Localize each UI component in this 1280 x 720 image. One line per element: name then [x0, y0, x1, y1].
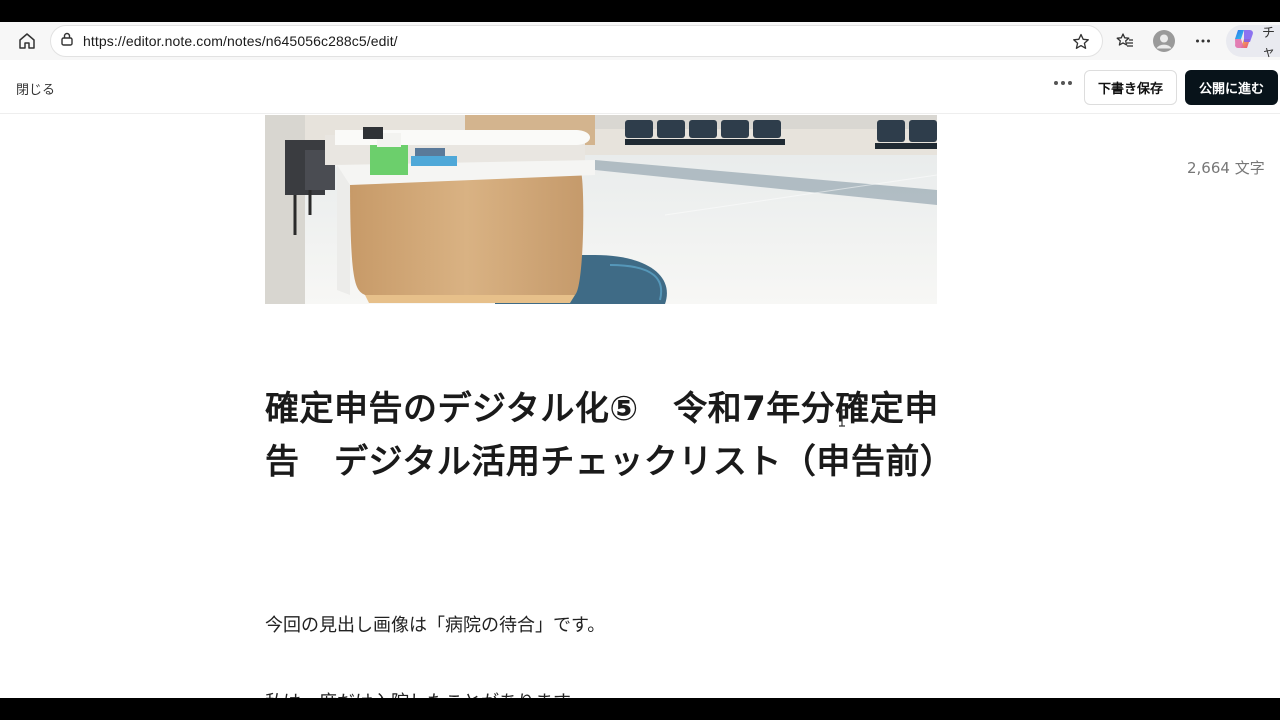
close-button[interactable]: 閉じる: [16, 79, 55, 98]
save-draft-button[interactable]: 下書き保存: [1084, 70, 1177, 105]
copilot-button[interactable]: チャ: [1226, 25, 1280, 60]
text-cursor-icon: [838, 409, 846, 431]
star-icon[interactable]: [1066, 27, 1096, 57]
copilot-icon: [1232, 27, 1256, 55]
publish-button[interactable]: 公開に進む: [1185, 70, 1278, 105]
top-letterbox: [0, 0, 1280, 22]
address-bar[interactable]: https://editor.note.com/notes/n645056c28…: [50, 25, 1103, 57]
more-options-icon[interactable]: [1050, 73, 1076, 93]
bottom-letterbox: [0, 698, 1280, 720]
browser-toolbar: https://editor.note.com/notes/n645056c28…: [0, 22, 1280, 60]
profile-icon[interactable]: [1149, 26, 1179, 56]
favorites-icon[interactable]: [1110, 26, 1140, 56]
article-title[interactable]: 確定申告のデジタル化⑤ 令和7年分確定申告 デジタル活用チェックリスト（申告前）: [265, 383, 954, 489]
editor-header: 閉じる 下書き保存 公開に進む: [0, 60, 1280, 114]
url-text[interactable]: https://editor.note.com/notes/n645056c28…: [83, 33, 398, 49]
body-paragraph[interactable]: 今回の見出し画像は「病院の待合」です。: [265, 611, 605, 637]
copilot-label: チャ: [1262, 26, 1276, 60]
lock-icon[interactable]: [59, 31, 75, 51]
body-paragraph[interactable]: 私は一度だけ入院したことがあります。: [265, 688, 587, 698]
more-icon[interactable]: [1188, 26, 1218, 56]
character-count: 2,664 文字: [1187, 159, 1265, 177]
note-editor: 閉じる 下書き保存 公開に進む 2,664 文字 確定申告のデジタル化⑤ 令和7…: [0, 60, 1280, 698]
home-icon[interactable]: [12, 26, 42, 56]
header-image[interactable]: [265, 115, 937, 304]
